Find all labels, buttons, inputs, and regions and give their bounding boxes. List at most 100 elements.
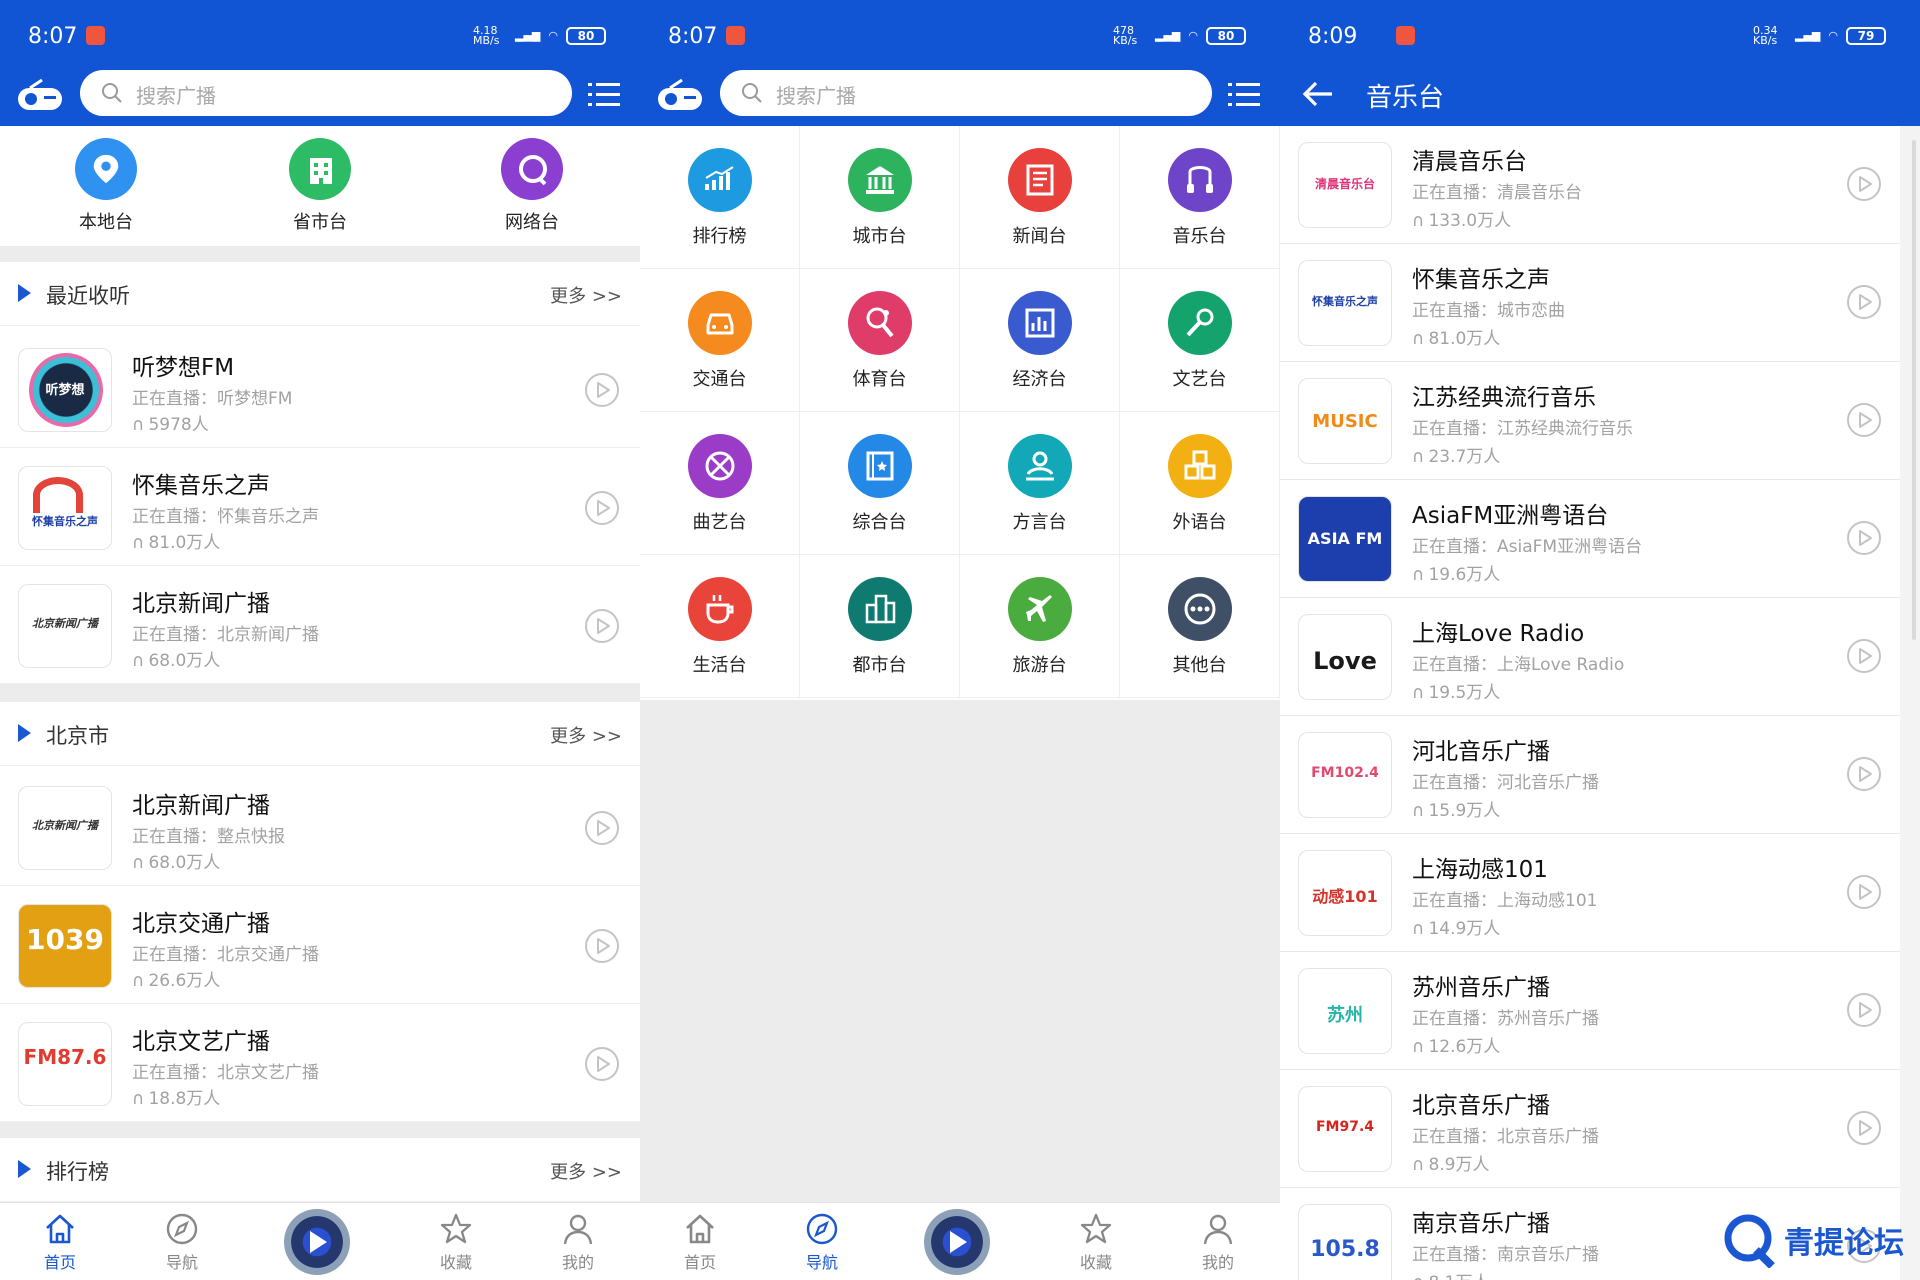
search-input[interactable]: 搜索广播 bbox=[80, 70, 572, 116]
category-sports[interactable]: 体育台 bbox=[800, 269, 960, 412]
play-icon[interactable] bbox=[584, 810, 620, 846]
section-marker-icon bbox=[18, 284, 31, 302]
category-province[interactable]: 省市台 bbox=[260, 138, 380, 234]
radio-icon[interactable] bbox=[656, 78, 704, 112]
list-item[interactable]: 清晨音乐台 清晨音乐台 正在直播：清晨音乐台 ∩ 133.0万人 bbox=[1280, 126, 1900, 244]
category-network[interactable]: 网络台 bbox=[472, 138, 592, 234]
play-icon[interactable] bbox=[1846, 402, 1882, 438]
list-item[interactable]: Love 上海Love Radio 正在直播：上海Love Radio ∩ 19.5万人 bbox=[1280, 598, 1900, 716]
listeners-text: 14.9万人 bbox=[1428, 919, 1501, 939]
home-screen: 8:07 4.18 MB/s ▂▄▆ ◠ 80 搜索广播 本地台 省市台 网络台… bbox=[0, 0, 640, 1280]
category-label: 综合台 bbox=[852, 512, 907, 533]
signal-icon: ▂▄▆ bbox=[1795, 29, 1821, 42]
listener-count: ∩ 81.0万人 bbox=[132, 528, 220, 553]
listener-count: ∩ 8.9万人 bbox=[1412, 1150, 1490, 1175]
headphones-icon: ∩ bbox=[1412, 565, 1425, 585]
category-ranking[interactable]: 排行榜 bbox=[640, 126, 800, 269]
play-icon[interactable] bbox=[1846, 756, 1882, 792]
listeners-text: 18.8万人 bbox=[148, 1089, 221, 1109]
category-arts[interactable]: 文艺台 bbox=[1120, 269, 1280, 412]
list-item[interactable]: FM102.4 河北音乐广播 正在直播：河北音乐广播 ∩ 15.9万人 bbox=[1280, 716, 1900, 834]
tab-home[interactable]: 首页 bbox=[20, 1211, 100, 1273]
category-news[interactable]: 新闻台 bbox=[960, 126, 1120, 269]
category-music[interactable]: 音乐台 bbox=[1120, 126, 1280, 269]
menu-icon[interactable] bbox=[1228, 82, 1260, 108]
station-logo: 北京新闻广播 bbox=[18, 584, 112, 668]
category-foreign[interactable]: 外语台 bbox=[1120, 412, 1280, 555]
category-economy[interactable]: 经济台 bbox=[960, 269, 1120, 412]
wifi-icon: ◠ bbox=[1188, 29, 1198, 42]
radio-icon[interactable] bbox=[16, 78, 64, 112]
user-icon bbox=[1203, 1214, 1233, 1245]
list-item[interactable]: 1039 北京交通广播 正在直播：北京交通广播 ∩ 26.6万人 bbox=[0, 886, 640, 1004]
tab-favorites[interactable]: 收藏 bbox=[1056, 1211, 1136, 1273]
list-item[interactable]: FM87.6 北京文艺广播 正在直播：北京文艺广播 ∩ 18.8万人 bbox=[0, 1004, 640, 1122]
tab-profile[interactable]: 我的 bbox=[1178, 1211, 1258, 1273]
play-icon[interactable] bbox=[1846, 520, 1882, 556]
list-item[interactable]: FM97.4 北京音乐广播 正在直播：北京音乐广播 ∩ 8.9万人 bbox=[1280, 1070, 1900, 1188]
list-item[interactable]: 怀集音乐之声 怀集音乐之声 正在直播：怀集音乐之声 ∩ 81.0万人 bbox=[0, 448, 640, 566]
category-metro[interactable]: 都市台 bbox=[800, 555, 960, 698]
listeners-text: 12.6万人 bbox=[1428, 1037, 1501, 1057]
play-icon[interactable] bbox=[584, 608, 620, 644]
category-dialect[interactable]: 方言台 bbox=[960, 412, 1120, 555]
section-ranking: 排行榜 更多 >> bbox=[0, 1138, 640, 1202]
tab-favorites[interactable]: 收藏 bbox=[416, 1211, 496, 1273]
category-traffic[interactable]: 交通台 bbox=[640, 269, 800, 412]
listener-count: ∩ 15.9万人 bbox=[1412, 796, 1500, 821]
status-bar: 8:07 478 KB/s ▂▄▆ ◠ 80 bbox=[640, 0, 1280, 64]
station-name: 听梦想FM bbox=[132, 355, 235, 381]
logo-text: 北京新闻广播 bbox=[32, 617, 98, 630]
more-link[interactable]: 更多 >> bbox=[550, 1158, 622, 1184]
list-item[interactable]: MUSIC 江苏经典流行音乐 正在直播：江苏经典流行音乐 ∩ 23.7万人 bbox=[1280, 362, 1900, 480]
play-icon[interactable] bbox=[584, 372, 620, 408]
play-icon[interactable] bbox=[1846, 284, 1882, 320]
now-playing-disc-icon[interactable] bbox=[284, 1209, 350, 1275]
listener-count: ∩ 18.8万人 bbox=[132, 1084, 220, 1109]
category-local[interactable]: 本地台 bbox=[46, 138, 166, 234]
category-city[interactable]: 城市台 bbox=[800, 126, 960, 269]
listeners-text: 68.0万人 bbox=[148, 853, 221, 873]
list-item[interactable]: 北京新闻广播 北京新闻广播 正在直播：整点快报 ∩ 68.0万人 bbox=[0, 768, 640, 886]
play-icon[interactable] bbox=[1846, 638, 1882, 674]
play-icon[interactable] bbox=[1846, 1110, 1882, 1146]
scrollbar[interactable] bbox=[1912, 140, 1916, 640]
logo-text: 动感101 bbox=[1312, 887, 1378, 906]
list-item[interactable]: 动感101 上海动感101 正在直播：上海动感101 ∩ 14.9万人 bbox=[1280, 834, 1900, 952]
category-general[interactable]: 综合台 bbox=[800, 412, 960, 555]
category-life[interactable]: 生活台 bbox=[640, 555, 800, 698]
list-item[interactable]: 怀集音乐之声 怀集音乐之声 正在直播：城市恋曲 ∩ 81.0万人 bbox=[1280, 244, 1900, 362]
list-item[interactable]: 苏州 苏州音乐广播 正在直播：苏州音乐广播 ∩ 12.6万人 bbox=[1280, 952, 1900, 1070]
list-item[interactable]: ASIA FM AsiaFM亚洲粤语台 正在直播：AsiaFM亚洲粤语台 ∩ 19.6万… bbox=[1280, 480, 1900, 598]
play-icon[interactable] bbox=[584, 1046, 620, 1082]
play-icon[interactable] bbox=[584, 928, 620, 964]
section-marker-icon bbox=[18, 1160, 31, 1178]
now-playing: 正在直播：上海动感101 bbox=[1412, 891, 1598, 911]
list-item[interactable]: 听梦想 听梦想FM 正在直播：听梦想FM ∩ 5978人 bbox=[0, 330, 640, 448]
tab-profile[interactable]: 我的 bbox=[538, 1211, 618, 1273]
search-icon bbox=[740, 81, 764, 105]
play-icon[interactable] bbox=[584, 490, 620, 526]
search-input[interactable]: 搜索广播 bbox=[720, 70, 1212, 116]
category-label: 本地台 bbox=[79, 212, 133, 233]
now-playing-disc-icon[interactable] bbox=[924, 1209, 990, 1275]
tab-home[interactable]: 首页 bbox=[660, 1211, 740, 1273]
tab-navigation[interactable]: 导航 bbox=[782, 1211, 862, 1273]
category-travel[interactable]: 旅游台 bbox=[960, 555, 1120, 698]
now-playing: 正在直播：北京交通广播 bbox=[132, 945, 319, 965]
menu-icon[interactable] bbox=[588, 82, 620, 108]
watermark: 青提论坛 bbox=[1720, 1212, 1904, 1268]
status-bar: 8:07 4.18 MB/s ▂▄▆ ◠ 80 bbox=[0, 0, 640, 64]
more-link[interactable]: 更多 >> bbox=[550, 282, 622, 308]
play-icon[interactable] bbox=[1846, 874, 1882, 910]
tab-navigation[interactable]: 导航 bbox=[142, 1211, 222, 1273]
more-link[interactable]: 更多 >> bbox=[550, 722, 622, 748]
category-quyi[interactable]: 曲艺台 bbox=[640, 412, 800, 555]
wifi-icon: ◠ bbox=[1828, 29, 1838, 42]
category-other[interactable]: 其他台 bbox=[1120, 555, 1280, 698]
play-icon[interactable] bbox=[1846, 992, 1882, 1028]
status-time: 8:09 bbox=[1308, 24, 1358, 49]
back-arrow-icon[interactable] bbox=[1298, 76, 1338, 112]
play-icon[interactable] bbox=[1846, 166, 1882, 202]
list-item[interactable]: 北京新闻广播 北京新闻广播 正在直播：北京新闻广播 ∩ 68.0万人 bbox=[0, 566, 640, 684]
